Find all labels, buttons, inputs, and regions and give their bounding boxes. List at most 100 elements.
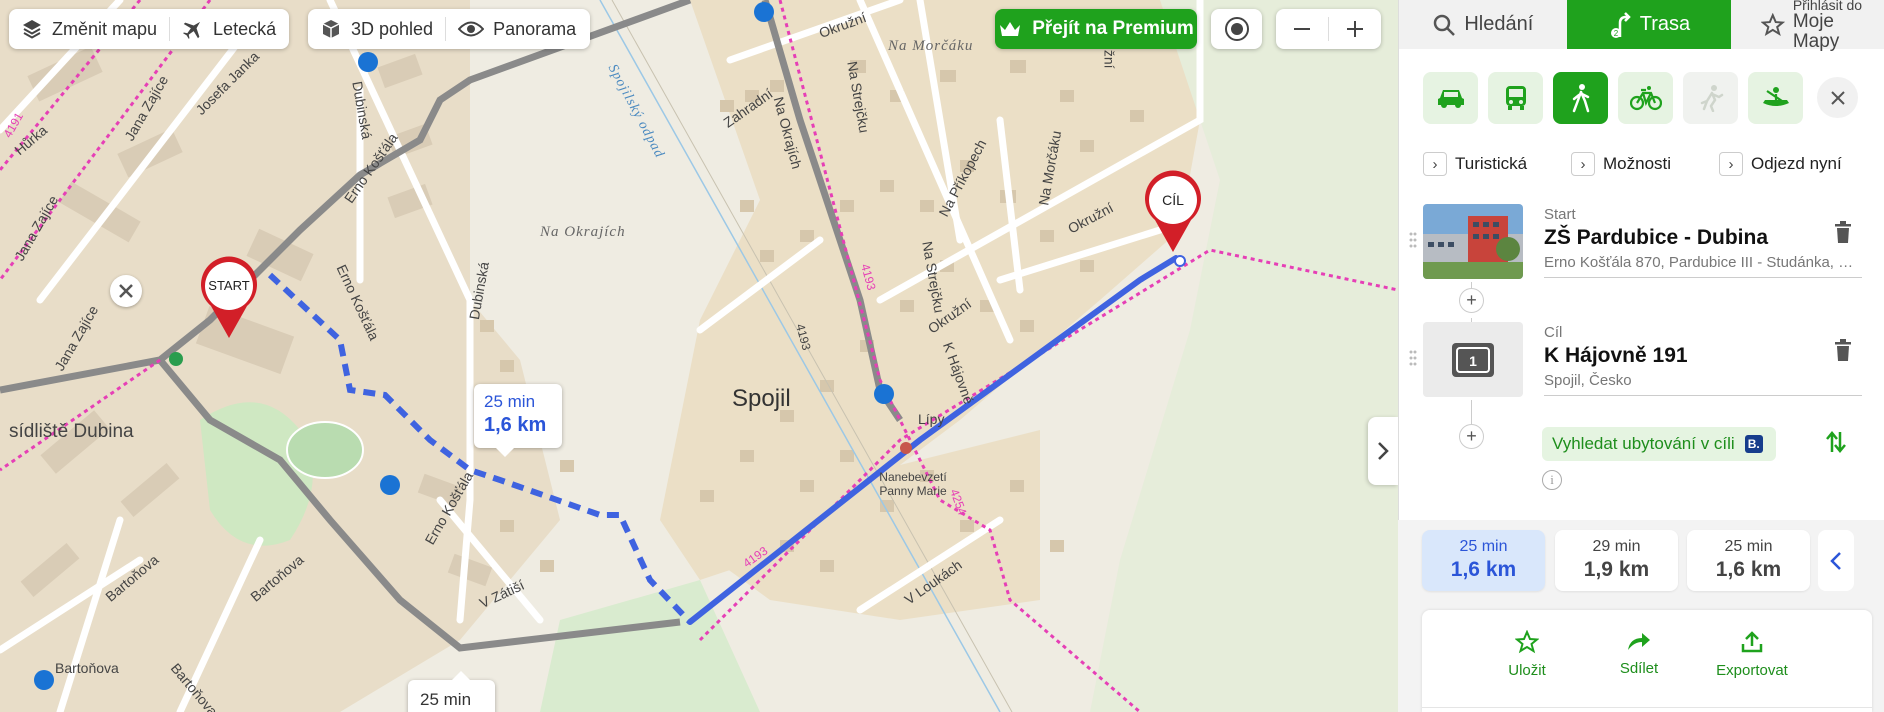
search-accommodation-button[interactable]: Vyhledat ubytování v cíli B. xyxy=(1542,427,1776,461)
mode-run[interactable] xyxy=(1683,72,1738,124)
cube-icon xyxy=(322,20,340,38)
premium-label: Přejít na Premium xyxy=(1032,18,1194,39)
route-actions: Uložit Sdílet Exportovat xyxy=(1422,610,1872,712)
route-bubble-distance: 1,6 km xyxy=(484,414,547,436)
zoom-controls xyxy=(1276,9,1381,49)
tab-search-label: Hledání xyxy=(1464,13,1534,35)
layers-icon xyxy=(23,20,41,39)
start-pin-icon xyxy=(201,256,257,338)
panorama-button[interactable]: Panorama xyxy=(446,9,588,49)
change-map-button[interactable]: Změnit mapu xyxy=(9,9,169,49)
end-pin-icon xyxy=(1145,170,1201,252)
map-canvas[interactable]: Spojil sídliště Dubina Na Okrajích Na Mo… xyxy=(0,0,1398,712)
start-marker-label: START xyxy=(208,278,250,293)
route-info-bubble[interactable]: 25 min 1,6 km xyxy=(474,384,562,457)
save-button[interactable]: Uložit xyxy=(1472,630,1582,679)
plus-icon: + xyxy=(1466,426,1477,446)
map-layer-toolbar: Změnit mapu Letecká xyxy=(9,9,289,49)
result-2-distance: 1,9 km xyxy=(1583,558,1650,581)
tab-my-maps[interactable]: Přihlásit do Moje Mapy xyxy=(1731,0,1884,51)
premium-button[interactable]: Přejít na Premium xyxy=(995,9,1197,49)
aerial-label: Letecká xyxy=(213,18,277,39)
svg-text:2: 2 xyxy=(1614,29,1619,38)
mode-bike[interactable] xyxy=(1618,72,1673,124)
zoom-out-button[interactable] xyxy=(1276,9,1328,49)
chevron-left-icon xyxy=(1830,551,1841,570)
start-marker[interactable]: START xyxy=(199,256,259,340)
options-option[interactable]: › Možnosti xyxy=(1571,152,1719,176)
add-stop-after-button[interactable]: + xyxy=(1459,424,1484,449)
walk-icon xyxy=(1572,84,1589,113)
end-marker[interactable]: CÍL xyxy=(1143,170,1203,254)
result-2-time: 29 min xyxy=(1592,538,1641,555)
transport-modes xyxy=(1423,72,1803,124)
route-connector xyxy=(1471,400,1472,424)
alt-route-bubble[interactable]: 25 min xyxy=(408,671,495,712)
chevron-right-icon: › xyxy=(1719,152,1743,176)
route-result-2[interactable]: 29 min 1,9 km xyxy=(1555,530,1678,591)
close-icon xyxy=(1830,90,1845,105)
end-underline xyxy=(1544,395,1862,396)
plus-icon: + xyxy=(1466,290,1477,310)
remove-start-button[interactable] xyxy=(1833,220,1853,249)
3d-view-button[interactable]: 3D pohled xyxy=(308,9,445,49)
aerial-button[interactable]: Letecká xyxy=(170,9,288,49)
route-result-3[interactable]: 25 min 1,6 km xyxy=(1687,530,1810,591)
car-icon xyxy=(1437,90,1464,108)
map-poi-tools[interactable] xyxy=(110,275,142,307)
mode-boat[interactable] xyxy=(1748,72,1803,124)
panel-tabs: Hledání 2 Trasa Přihlásit do Moje Mapy xyxy=(1399,0,1884,51)
info-icon[interactable]: i xyxy=(1542,470,1562,490)
departure-option[interactable]: › Odjezd nyní xyxy=(1719,152,1842,176)
locate-me-button[interactable] xyxy=(1211,9,1262,49)
drag-handle-icon[interactable] xyxy=(1409,232,1417,253)
drag-handle-icon[interactable] xyxy=(1409,350,1417,371)
booking-badge: B. xyxy=(1744,435,1763,453)
star-icon xyxy=(1761,12,1785,36)
chevron-right-icon: › xyxy=(1571,152,1595,176)
panel-collapse-button[interactable] xyxy=(1368,417,1398,485)
share-button[interactable]: Sdílet xyxy=(1584,630,1694,677)
route-result-1[interactable]: 25 min 1,6 km xyxy=(1422,530,1545,591)
close-route-button[interactable] xyxy=(1817,77,1858,118)
tools-icon xyxy=(119,284,133,298)
export-button[interactable]: Exportovat xyxy=(1697,630,1807,679)
results-scroll-button[interactable] xyxy=(1818,530,1854,591)
run-icon xyxy=(1700,85,1723,112)
actions-divider xyxy=(1422,707,1872,708)
tab-search[interactable]: Hledání xyxy=(1399,0,1567,49)
accommodation-label: Vyhledat ubytování v cíli xyxy=(1552,434,1735,453)
share-icon xyxy=(1628,633,1650,650)
swap-icon xyxy=(1826,431,1846,453)
start-kind: Start xyxy=(1544,206,1576,223)
remove-end-button[interactable] xyxy=(1833,338,1853,367)
export-icon xyxy=(1741,631,1763,653)
end-kind: Cíl xyxy=(1544,324,1563,341)
airplane-icon xyxy=(183,21,201,39)
route-stop-start[interactable]: Start ZŠ Pardubice - Dubina Erno Košťála… xyxy=(1409,204,1869,282)
mode-car[interactable] xyxy=(1423,72,1478,124)
add-stop-button[interactable]: + xyxy=(1459,288,1484,313)
route-stop-end[interactable]: 1 Cíl K Hájovně 191 Spojil, Česko xyxy=(1409,322,1869,400)
end-address-thumb: 1 xyxy=(1423,322,1523,397)
crown-icon xyxy=(1000,22,1021,36)
end-name: K Hájovně 191 xyxy=(1544,344,1688,367)
trash-icon xyxy=(1835,339,1851,361)
route-options-row: › Turistická › Možnosti › Odjezd nyní xyxy=(1423,152,1842,176)
mode-walk[interactable] xyxy=(1553,72,1608,124)
search-icon xyxy=(1434,14,1456,36)
mode-public-transport[interactable] xyxy=(1488,72,1543,124)
panorama-label: Panorama xyxy=(493,18,577,39)
tab-route[interactable]: 2 Trasa xyxy=(1566,0,1732,49)
alt-route-bubble-time: 25 min xyxy=(420,690,472,709)
touristic-option[interactable]: › Turistická xyxy=(1423,152,1571,176)
address-plate-icon: 1 xyxy=(1452,342,1494,377)
swap-route-button[interactable] xyxy=(1825,430,1847,459)
start-address: Erno Košťála 870, Pardubice III - Studán… xyxy=(1544,254,1854,271)
zoom-in-button[interactable] xyxy=(1329,9,1381,49)
end-marker-label: CÍL xyxy=(1162,192,1184,208)
map-base-layer xyxy=(0,0,1398,712)
change-map-label: Změnit mapu xyxy=(52,18,158,39)
eye-icon xyxy=(458,21,485,37)
result-3-distance: 1,6 km xyxy=(1715,558,1782,581)
